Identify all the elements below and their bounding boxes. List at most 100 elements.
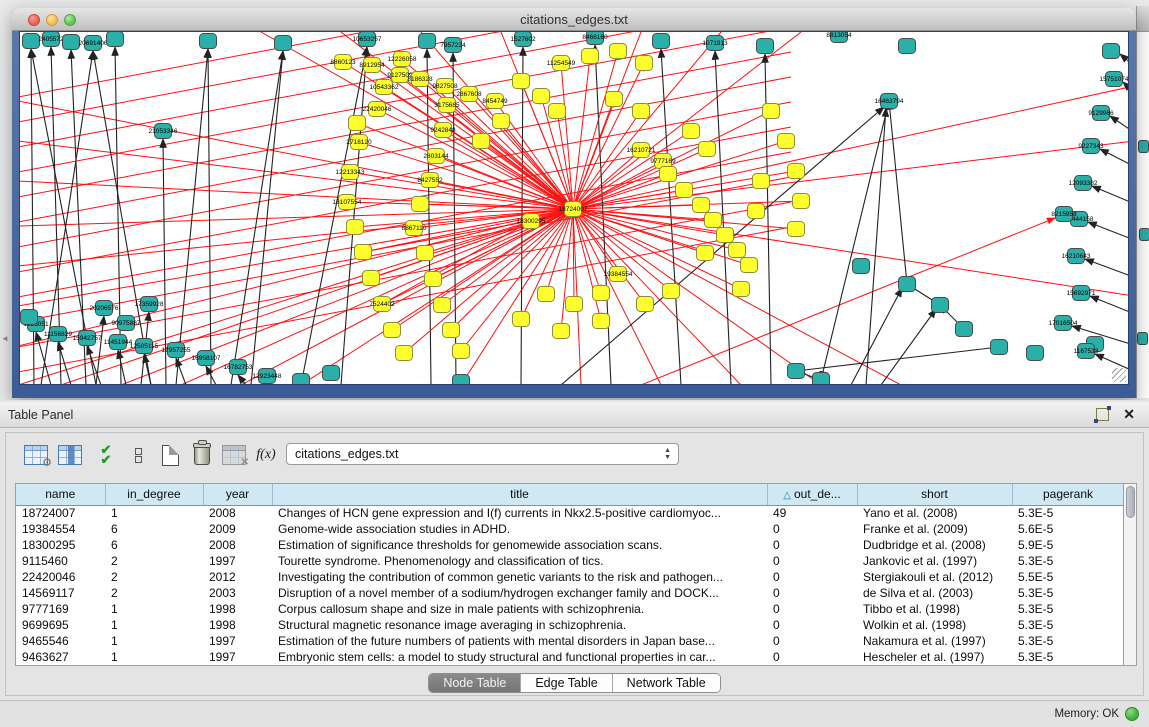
graph-node[interactable] (63, 35, 80, 50)
graph-node[interactable] (610, 44, 627, 59)
graph-node[interactable] (21, 310, 38, 325)
graph-node[interactable] (660, 167, 677, 182)
graph-node[interactable]: 17016504 (1049, 316, 1078, 331)
table-row[interactable]: 946554611997Estimation of the future num… (16, 633, 1124, 649)
graph-node[interactable] (434, 298, 451, 313)
table-row[interactable]: 1830029562008Estimation of significance … (16, 537, 1124, 553)
graph-node[interactable]: 9129966 (1088, 106, 1114, 121)
table-source-select[interactable]: citations_edges.txt ▲▼ (286, 443, 679, 465)
graph-node[interactable]: 12505115 (130, 339, 159, 354)
graph-node[interactable] (697, 246, 714, 261)
graph-node[interactable] (793, 194, 810, 209)
graph-node[interactable] (349, 116, 366, 131)
graph-node[interactable] (549, 104, 566, 119)
graph-node[interactable] (899, 39, 916, 54)
column-header-name[interactable]: name (16, 484, 105, 505)
graph-node[interactable] (788, 364, 805, 379)
graph-node[interactable] (412, 197, 429, 212)
table-row[interactable]: 977716911998Corpus callosum shape and si… (16, 601, 1124, 617)
window-titlebar[interactable]: citations_edges.txt (12, 8, 1136, 31)
graph-node[interactable]: 9227343 (1078, 139, 1104, 154)
tab-edge-table[interactable]: Edge Table (521, 674, 612, 692)
graph-node[interactable] (853, 259, 870, 274)
network-canvas[interactable]: 1872400788601238912954122260589127509105… (19, 31, 1129, 385)
column-header-short[interactable]: short (857, 484, 1012, 505)
graph-node[interactable] (991, 340, 1008, 355)
graph-node[interactable] (453, 344, 470, 359)
graph-node[interactable]: 8427552 (417, 173, 443, 188)
graph-node[interactable] (778, 134, 795, 149)
graph-node[interactable]: 1071913 (702, 36, 728, 51)
graph-node[interactable]: 1527602 (510, 32, 536, 47)
float-panel-icon[interactable] (1096, 408, 1109, 421)
graph-node[interactable] (443, 323, 460, 338)
tab-node-table[interactable]: Node Table (429, 674, 521, 692)
graph-node[interactable] (693, 198, 710, 213)
column-header-pagerank[interactable]: pagerank (1012, 484, 1124, 505)
graph-node[interactable] (384, 323, 401, 338)
column-mode-button[interactable] (124, 441, 152, 469)
graph-node[interactable] (513, 312, 530, 327)
graph-node[interactable]: 20206576 (90, 301, 119, 316)
table-row[interactable]: 1456911722003Disruption of a novel membe… (16, 585, 1124, 601)
graph-node[interactable] (200, 34, 217, 49)
graph-node[interactable] (1103, 44, 1120, 59)
graph-node[interactable] (23, 34, 40, 49)
graph-node[interactable] (493, 114, 510, 129)
graph-node[interactable]: 15942757 (73, 331, 102, 346)
graph-node[interactable]: 15692971 (1067, 286, 1096, 301)
graph-node[interactable] (633, 104, 650, 119)
graph-node[interactable] (788, 222, 805, 237)
graph-node[interactable] (566, 297, 583, 312)
graph-node[interactable]: 16210721 (627, 143, 656, 158)
table-row[interactable]: 1872400712008Changes of HCN gene express… (16, 505, 1124, 521)
graph-node[interactable] (729, 243, 746, 258)
graph-node[interactable] (417, 246, 434, 261)
graph-node[interactable]: 15751074 (1100, 72, 1128, 87)
graph-node[interactable]: 16463794 (875, 94, 904, 109)
graph-node[interactable]: 16210643 (1062, 249, 1091, 264)
graph-node[interactable] (705, 213, 722, 228)
graph-node[interactable] (582, 49, 599, 64)
graph-node[interactable] (676, 183, 693, 198)
graph-node[interactable]: 16782753 (224, 360, 253, 375)
table-row[interactable]: 969969511998Structural magnetic resonanc… (16, 617, 1124, 633)
graph-node[interactable] (593, 314, 610, 329)
table-scrollbar[interactable] (1123, 483, 1137, 666)
graph-node[interactable] (683, 124, 700, 139)
graph-node[interactable] (636, 56, 653, 71)
graph-node[interactable]: 8912954 (359, 58, 385, 73)
graph-node[interactable] (323, 366, 340, 381)
graph-node[interactable]: 8860123 (330, 55, 356, 70)
create-column-button[interactable] (156, 441, 184, 469)
table-row[interactable]: 2242004622012Investigating the contribut… (16, 569, 1124, 585)
graph-node[interactable]: 21053346 (149, 124, 178, 139)
graph-node[interactable] (419, 34, 436, 49)
graph-node[interactable] (293, 374, 310, 385)
collapse-handle-icon[interactable]: ◄ (1, 334, 9, 343)
network-svg[interactable]: 1872400788601238912954122260589127509105… (20, 32, 1128, 384)
close-panel-icon[interactable]: ✕ (1123, 406, 1135, 423)
graph-node[interactable]: 2405572 (38, 32, 64, 47)
function-builder-button[interactable]: f(x) (252, 441, 280, 469)
graph-node[interactable] (425, 272, 442, 287)
table-row[interactable]: 1938455462009Genome-wide association stu… (16, 521, 1124, 537)
graph-node[interactable] (663, 284, 680, 299)
graph-node[interactable] (593, 286, 610, 301)
graph-node[interactable]: 8813054 (826, 32, 852, 43)
graph-node[interactable]: 9827508 (432, 79, 458, 94)
graph-node[interactable]: 8466160 (582, 32, 608, 45)
graph-node[interactable] (453, 375, 470, 385)
graph-node[interactable] (757, 39, 774, 54)
window-resize-grip[interactable] (1112, 368, 1126, 382)
graph-node[interactable]: 8867110 (402, 221, 427, 236)
column-header-title[interactable]: title (272, 484, 767, 505)
graph-node[interactable]: 16958107 (192, 351, 221, 366)
column-header-out_de[interactable]: △out_de... (767, 484, 857, 505)
graph-node[interactable]: 12226058 (388, 52, 417, 67)
column-header-in_degree[interactable]: in_degree (105, 484, 203, 505)
graph-node[interactable]: 12923448 (253, 369, 282, 384)
graph-node[interactable] (932, 298, 949, 313)
graph-node[interactable] (813, 373, 830, 385)
graph-node[interactable]: 11451944 (104, 335, 133, 350)
